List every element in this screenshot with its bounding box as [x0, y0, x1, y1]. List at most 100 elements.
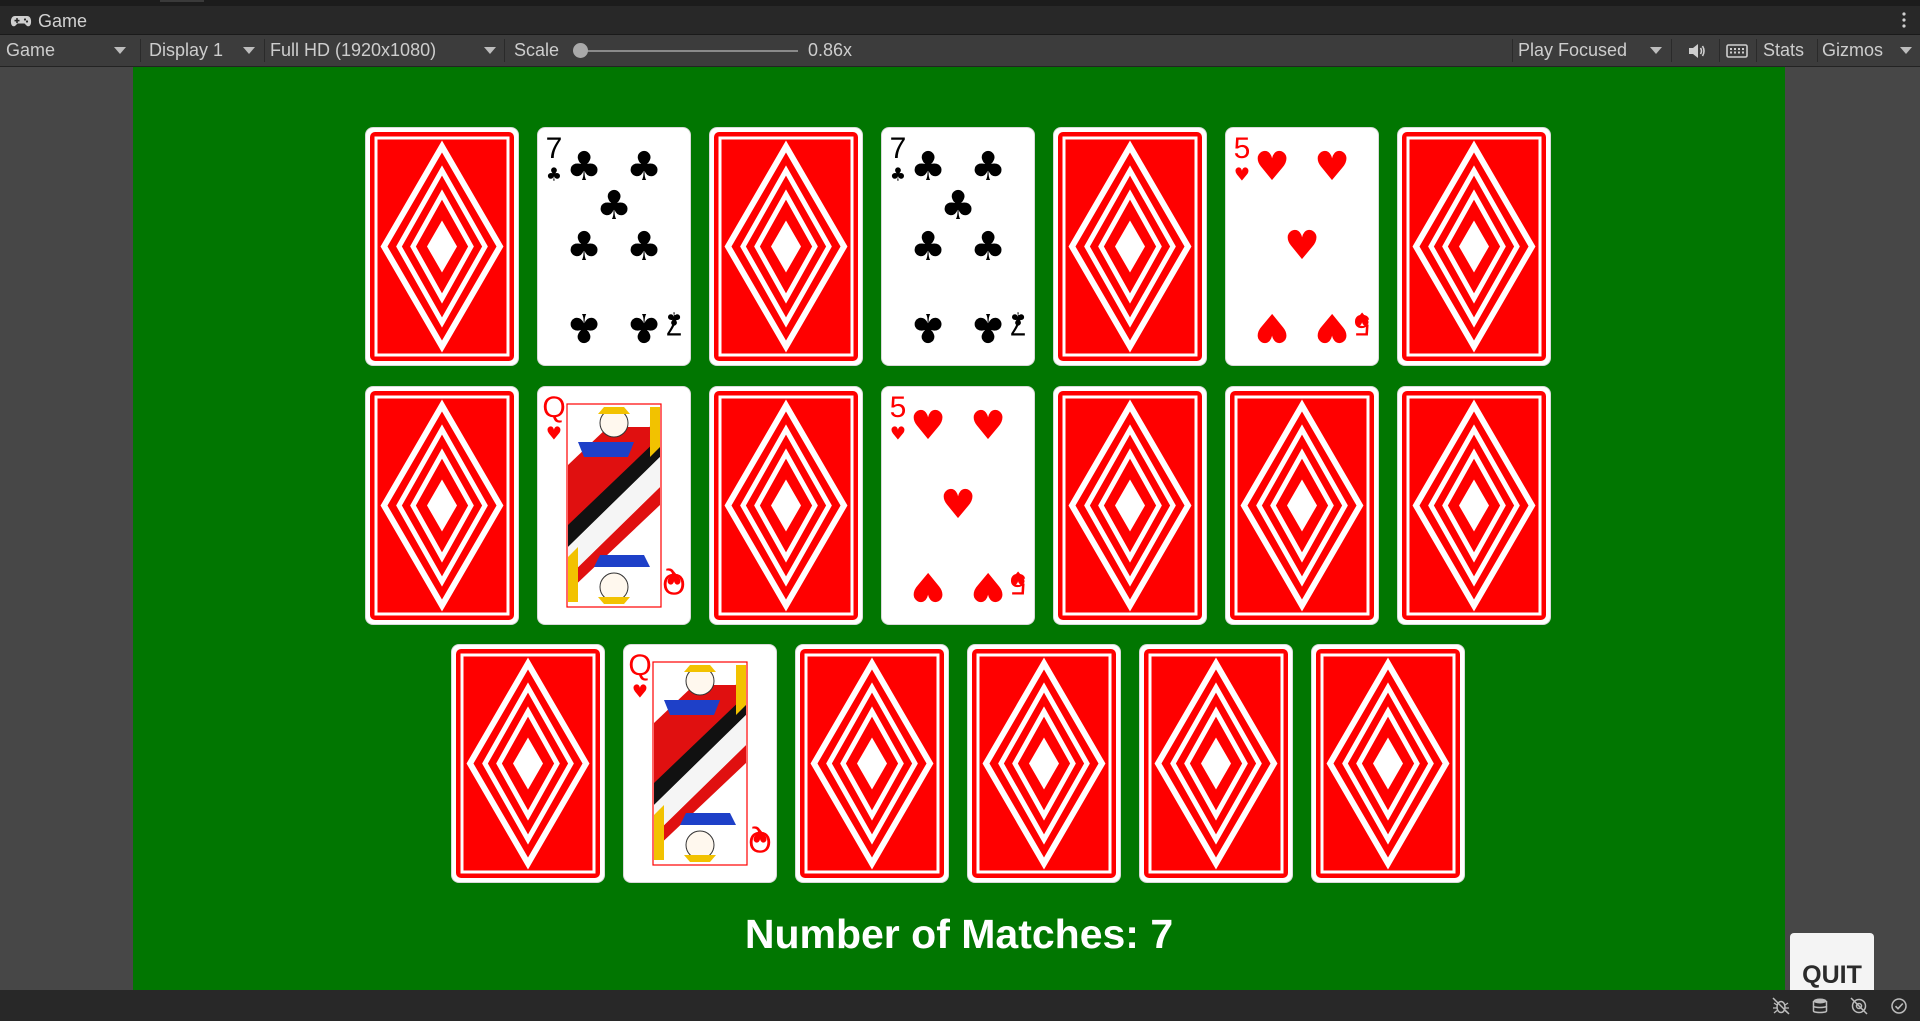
card-7-of-clubs[interactable]: 7 ♣ 7 ♣ ♣ ♣ ♣ ♣ ♣ ♣ ♣ — [882, 128, 1034, 365]
card-face-art: 5♥5♥♥ ♥♥♥ ♥ — [1234, 132, 1371, 350]
card-7-of-clubs[interactable]: 7 ♣ 7 ♣ ♣ ♣ ♣ ♣ ♣ ♣ ♣ — [538, 128, 690, 365]
scale-label: Scale — [514, 40, 560, 60]
more-options-icon[interactable] — [1902, 12, 1906, 32]
bug-off-icon[interactable] — [1772, 997, 1790, 1015]
svg-text:♣: ♣ — [910, 304, 946, 350]
chevron-down-icon — [243, 47, 255, 54]
card-face-down[interactable] — [1226, 387, 1378, 624]
shortcuts-button[interactable] — [1722, 38, 1752, 64]
speaker-icon — [1689, 44, 1705, 58]
svg-text:♥: ♥ — [1254, 304, 1290, 350]
card-back-pattern — [972, 649, 1116, 878]
card-face-art: Q♥Q♥ — [542, 391, 686, 608]
svg-text:♥: ♥ — [940, 482, 976, 528]
svg-text:♥: ♥ — [752, 825, 768, 846]
card-face-down[interactable] — [710, 387, 862, 624]
svg-text:♣: ♣ — [970, 304, 1006, 350]
svg-text:♥: ♥ — [1284, 223, 1320, 269]
svg-text:♥: ♥ — [1314, 304, 1350, 350]
svg-text:Q: Q — [542, 391, 565, 424]
card-back-pattern — [1230, 391, 1374, 620]
svg-text:♥: ♥ — [1254, 144, 1290, 190]
svg-text:5: 5 — [1234, 132, 1251, 165]
card-face-art: 7♣7♣♣ ♣♣♣ ♣♣ ♣ — [546, 132, 683, 350]
card-back-pattern — [714, 391, 858, 620]
card-face-art: 5♥5♥♥ ♥♥♥ ♥ — [890, 391, 1027, 609]
play-mode-dropdown[interactable]: Play Focused — [1512, 35, 1670, 66]
gizmos-button[interactable]: Gizmos — [1822, 35, 1892, 66]
view-mode-label: Game — [6, 40, 56, 60]
svg-text:♣: ♣ — [626, 224, 662, 270]
svg-text:♣: ♣ — [910, 224, 946, 270]
view-mode-dropdown[interactable]: Game — [0, 35, 134, 66]
scale-value: 0.86x — [808, 40, 853, 60]
check-circle-icon[interactable] — [1890, 997, 1908, 1015]
scale-slider-track[interactable] — [580, 50, 798, 52]
svg-text:♥: ♥ — [890, 424, 906, 445]
mute-audio-button[interactable] — [1682, 38, 1712, 64]
card-back-pattern — [1144, 649, 1288, 878]
display-label: Display 1 — [149, 40, 224, 60]
play-mode-label: Play Focused — [1518, 40, 1628, 60]
card-face-down[interactable] — [1054, 128, 1206, 365]
match-counter: Number of Matches: 7 — [744, 911, 1174, 957]
card-back-pattern — [370, 132, 514, 361]
svg-text:7: 7 — [890, 132, 907, 165]
svg-text:♥: ♥ — [970, 563, 1006, 609]
card-back-pattern — [714, 132, 858, 361]
card-face-down[interactable] — [968, 645, 1120, 882]
card-face-down[interactable] — [1140, 645, 1292, 882]
svg-text:♣: ♣ — [626, 304, 662, 350]
svg-text:♥: ♥ — [1354, 308, 1370, 329]
tab-game[interactable]: Game — [10, 10, 87, 32]
svg-text:♣: ♣ — [566, 224, 602, 270]
svg-text:♣: ♣ — [666, 308, 682, 329]
svg-text:♥: ♥ — [970, 403, 1006, 449]
keyboard-icon — [1726, 44, 1748, 58]
card-back-pattern — [1402, 132, 1546, 361]
svg-text:♥: ♥ — [1234, 165, 1250, 186]
card-face-down[interactable] — [1312, 645, 1464, 882]
svg-text:♥: ♥ — [666, 567, 682, 588]
target-off-icon[interactable] — [1850, 997, 1868, 1015]
card-face-down[interactable] — [1054, 387, 1206, 624]
resolution-dropdown[interactable]: Full HD (1920x1080) — [264, 35, 504, 66]
svg-text:7: 7 — [546, 132, 563, 165]
resolution-label: Full HD (1920x1080) — [270, 40, 437, 60]
stats-button[interactable]: Stats — [1763, 35, 1813, 66]
tab-title: Game — [38, 10, 88, 31]
letterbox-left — [0, 67, 133, 990]
card-Q-of-hearts[interactable]: Q ♥ Q ♥ — [538, 387, 690, 624]
svg-text:♣: ♣ — [596, 183, 632, 229]
card-5-of-hearts[interactable]: 5 ♥ 5 ♥ ♥ ♥ ♥ ♥ ♥ — [1226, 128, 1378, 365]
card-face-down[interactable] — [1398, 128, 1550, 365]
card-face-down[interactable] — [710, 128, 862, 365]
svg-text:♣: ♣ — [1010, 308, 1026, 329]
svg-text:5: 5 — [890, 391, 907, 424]
card-face-down[interactable] — [452, 645, 604, 882]
svg-text:♥: ♥ — [546, 424, 562, 445]
svg-text:♥: ♥ — [910, 403, 946, 449]
svg-text:♣: ♣ — [546, 165, 562, 186]
chevron-down-icon — [1650, 47, 1662, 54]
gizmos-dropdown[interactable] — [1892, 35, 1920, 66]
chevron-down-icon — [1900, 47, 1912, 54]
card-face-down[interactable] — [366, 128, 518, 365]
card-face-down[interactable] — [1398, 387, 1550, 624]
card-face-down[interactable] — [366, 387, 518, 624]
database-icon[interactable] — [1811, 997, 1829, 1015]
card-Q-of-hearts[interactable]: Q ♥ Q ♥ — [624, 645, 776, 882]
gamepad-icon — [10, 16, 32, 27]
status-bar — [0, 990, 1920, 1021]
card-back-pattern — [1058, 391, 1202, 620]
card-back-pattern — [1058, 132, 1202, 361]
scale-slider-handle[interactable] — [573, 43, 588, 58]
svg-text:♣: ♣ — [890, 165, 906, 186]
card-face-down[interactable] — [796, 645, 948, 882]
card-5-of-hearts[interactable]: 5 ♥ 5 ♥ ♥ ♥ ♥ ♥ ♥ — [882, 387, 1034, 624]
chevron-down-icon — [484, 47, 496, 54]
card-back-pattern — [456, 649, 600, 878]
svg-text:♣: ♣ — [940, 183, 976, 229]
display-dropdown[interactable]: Display 1 — [143, 35, 263, 66]
svg-text:♥: ♥ — [1314, 144, 1350, 190]
